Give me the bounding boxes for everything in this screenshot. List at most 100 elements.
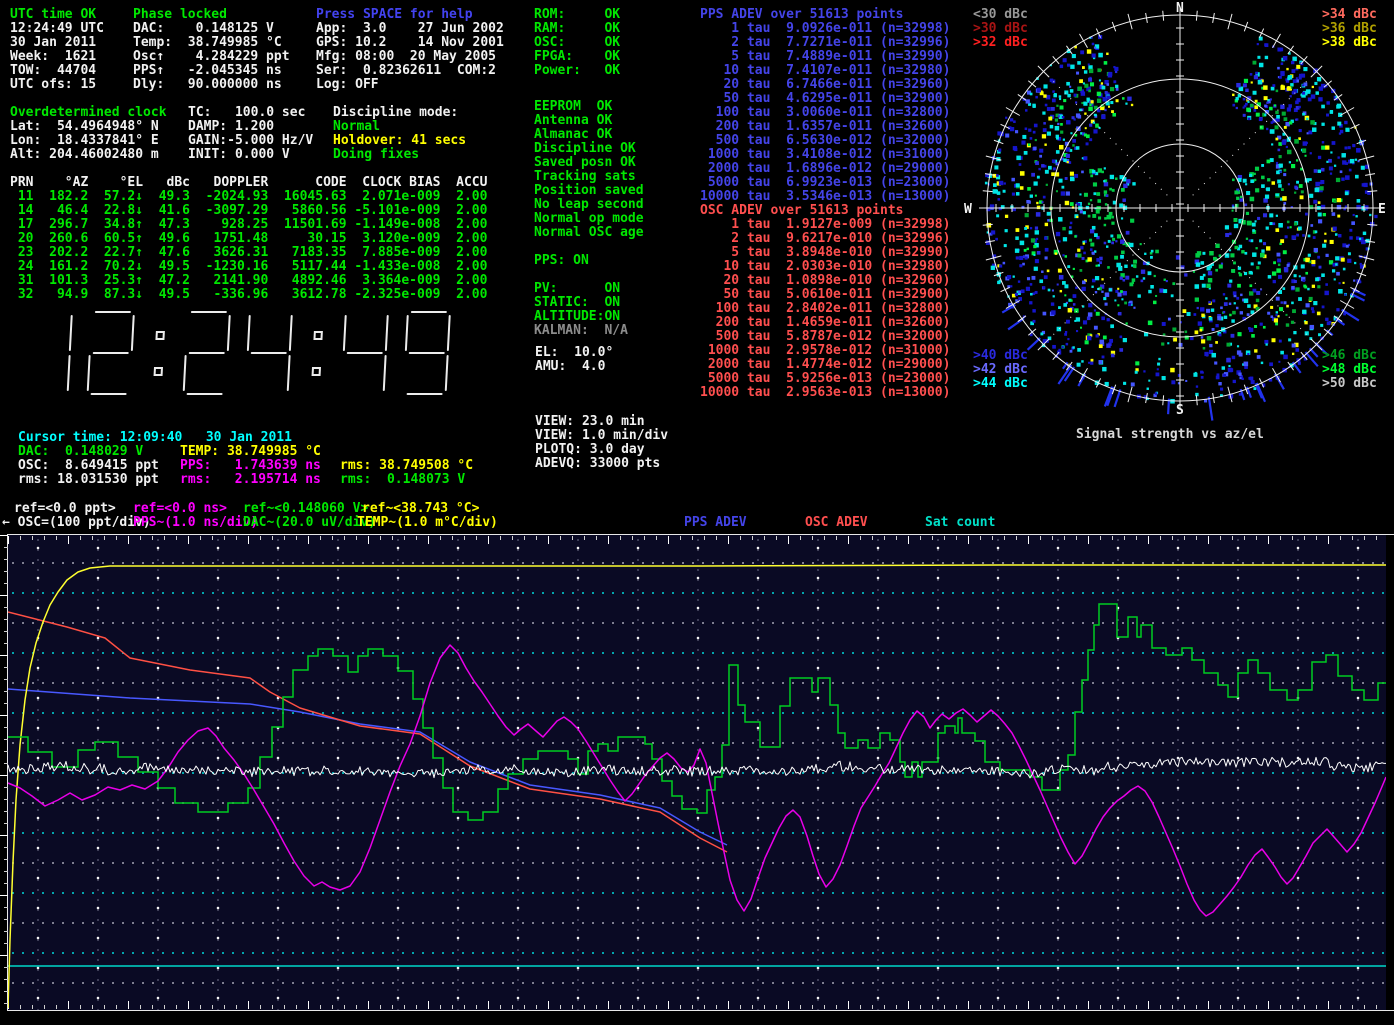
plot-ticks-left-major <box>0 535 8 1010</box>
self-test-list: ROM: OKRAM: OKOSC: OKFPGA: OKPower: OK <box>534 8 620 78</box>
dbc-legend-entry: >30 dBc <box>973 22 1028 36</box>
self-test-line: RAM: OK <box>534 22 620 36</box>
version-info-line: Log: OFF <box>316 78 504 92</box>
self-test-line: ROM: OK <box>534 8 620 22</box>
view-setting-line: VIEW: 1.0 min/div <box>535 429 668 443</box>
sat-table-row: 14 46.4 22.8↓ 41.6 -3097.29 5860.56 -5.1… <box>10 204 487 218</box>
sat-table-header: PRN °AZ °EL dBc DOPPLER CODE CLOCK BIAS … <box>10 176 487 190</box>
utc-info-line: TOW: 44704 <box>10 64 104 78</box>
self-test-line: FPGA: OK <box>534 50 620 64</box>
receiver-status-line: Almanac OK <box>534 128 644 142</box>
dbc-legend-top-left: <30 dBc>30 dBc>32 dBc <box>973 8 1028 50</box>
discipline-mode-title: Discipline mode: <box>333 106 458 120</box>
phase-readout-line: PPS↑ -2.045345 ns <box>133 64 290 78</box>
pps-adev-plot-label: PPS ADEV <box>684 516 747 530</box>
view-setting-line: ADEVQ: 33000 pts <box>535 457 668 471</box>
self-test-line: Power: OK <box>534 64 620 78</box>
version-info-line: App: 3.0 27 Jun 2002 <box>316 22 504 36</box>
osc-adev-title: OSC ADEV over 51613 points <box>700 204 904 218</box>
sat-table-row: 32 94.9 87.3↓ 49.5 -336.96 3612.78 -2.32… <box>10 288 487 302</box>
dbc-legend-bottom-right: >46 dBc>48 dBc>50 dBc <box>1322 349 1377 391</box>
sat-table: 11 182.2 57.2↓ 49.3 -2024.93 16045.63 2.… <box>10 190 487 302</box>
sat-table-row: 11 182.2 57.2↓ 49.3 -2024.93 16045.63 2.… <box>10 190 487 204</box>
cursor-rms-temp: rms: 38.749508 °C <box>340 459 473 473</box>
osc-adev-row: 1000 tau 2.9578e-012 (n=31000) <box>700 344 950 358</box>
discipline-mode-line: Holdover: 41 secs <box>333 134 466 148</box>
phase-readout-line: Osc↑ 4.284229 ppt <box>133 50 290 64</box>
pps-adev-row: 200 tau 1.6357e-011 (n=32600) <box>700 120 950 134</box>
phase-readout-line: Temp: 38.749985 °C <box>133 36 290 50</box>
polar-grid <box>979 7 1381 409</box>
pps-adev-row: 1 tau 9.0926e-011 (n=32998) <box>700 22 950 36</box>
dbc-legend-entry: >32 dBc <box>973 36 1028 50</box>
receiver-status-list: EEPROM OKAntenna OKAlmanac OKDiscipline … <box>534 100 644 240</box>
pps-scale-label: PPS~(1.0 ns/div) <box>133 516 258 530</box>
pps-adev-row: 2 tau 7.7271e-011 (n=32996) <box>700 36 950 50</box>
osc-adev-row: 2000 tau 1.4774e-012 (n=29000) <box>700 358 950 372</box>
dbc-legend-entry: >46 dBc <box>1322 349 1377 363</box>
fix-mode-line: ALTITUDE:ON <box>534 310 628 324</box>
compass-e: E <box>1378 202 1386 217</box>
dbc-legend-entry: >44 dBc <box>973 377 1028 391</box>
utc-info-line: Week: 1621 <box>10 50 104 64</box>
dbc-legend-entry: >36 dBc <box>1322 22 1377 36</box>
polar-caption: Signal strength vs az/el <box>1076 428 1264 442</box>
osc-scale-label: ← OSC=(100 ppt/div) <box>2 516 151 530</box>
version-info-line: Mfg: 08:00 20 May 2005 <box>316 50 504 64</box>
pps-adev-table: 1 tau 9.0926e-011 (n=32998) 2 tau 7.7271… <box>700 22 950 204</box>
receiver-status-line: Discipline OK <box>534 142 644 156</box>
dbc-legend-top-right: >34 dBc>36 dBc>38 dBc <box>1322 8 1377 50</box>
help-hint: Press SPACE for help <box>316 8 473 22</box>
pps-state: PPS: ON <box>534 254 589 268</box>
version-info-list: App: 3.0 27 Jun 2002GPS: 10.2 14 Nov 200… <box>316 22 504 92</box>
pps-adev-row: 5000 tau 6.9923e-013 (n=23000) <box>700 176 950 190</box>
dbc-legend-entry: >50 dBc <box>1322 377 1377 391</box>
pps-adev-row: 5 tau 7.4889e-011 (n=32990) <box>700 50 950 64</box>
dbc-legend-entry: >40 dBc <box>973 349 1028 363</box>
osc-adev-row: 50 tau 5.0610e-011 (n=32900) <box>700 288 950 302</box>
receiver-status-line: EEPROM OK <box>534 100 644 114</box>
osc-adev-row: 10000 tau 2.9563e-013 (n=13000) <box>700 386 950 400</box>
compass-s: S <box>1176 403 1184 418</box>
pps-adev-row: 50 tau 4.6295e-011 (n=32900) <box>700 92 950 106</box>
pps-adev-row: 10000 tau 3.5346e-013 (n=13000) <box>700 190 950 204</box>
osc-adev-row: 5 tau 3.8948e-010 (n=32990) <box>700 246 950 260</box>
osc-adev-row: 2 tau 9.6217e-010 (n=32996) <box>700 232 950 246</box>
osc-adev-row: 500 tau 5.8787e-012 (n=32000) <box>700 330 950 344</box>
receiver-status-line: Normal op mode <box>534 212 644 226</box>
cursor-rms-osc: rms: 18.031530 ppt <box>18 473 159 487</box>
receiver-status-line: Position saved <box>534 184 644 198</box>
receiver-status-line: Normal OSC age <box>534 226 644 240</box>
sat-table-row: 24 161.2 70.2↓ 49.5 -1230.16 5117.44 -1.… <box>10 260 487 274</box>
digital-clock <box>22 304 502 404</box>
pps-adev-row: 1000 tau 3.4108e-012 (n=31000) <box>700 148 950 162</box>
pps-adev-row: 500 tau 6.5630e-012 (n=32000) <box>700 134 950 148</box>
position-line: Lon: 18.4337841° E <box>10 134 159 148</box>
sat-table-row: 17 296.7 34.8↑ 47.3 928.25 11501.69 -1.1… <box>10 218 487 232</box>
loop-param-line: GAIN:-5.000 Hz/V <box>188 134 313 148</box>
cursor-rms-dac: rms: 0.148073 V <box>340 473 465 487</box>
dbc-legend-entry: >34 dBc <box>1322 8 1377 22</box>
pps-adev-title: PPS ADEV over 51613 points <box>700 8 904 22</box>
utc-status-title: UTC time OK <box>10 8 96 22</box>
version-info-line: Ser: 0.82362611 COM:2 <box>316 64 504 78</box>
phase-readout-line: DAC: 0.148125 V <box>133 22 290 36</box>
osc-adev-row: 100 tau 2.8402e-011 (n=32800) <box>700 302 950 316</box>
sat-count-plot-label: Sat count <box>925 516 995 530</box>
dac-ref-label: ref~<0.148060 V> <box>243 502 368 516</box>
lady-heather-gpsdo-screen: UTC time OK 12:24:49 UTC30 Jan 2011Week:… <box>0 0 1394 1025</box>
loop-param-line: DAMP: 1.200 <box>188 120 313 134</box>
view-setting-line: VIEW: 23.0 min <box>535 415 668 429</box>
fix-mode-line: KALMAN: N/A <box>534 324 628 338</box>
discipline-mode-line: Normal <box>333 120 466 134</box>
utc-info-line: 30 Jan 2011 <box>10 36 104 50</box>
dbc-legend-entry: >48 dBc <box>1322 363 1377 377</box>
pps-adev-row: 100 tau 3.0060e-011 (n=32800) <box>700 106 950 120</box>
plot-area[interactable] <box>8 535 1386 1010</box>
sat-table-row: 20 260.6 60.5↑ 49.6 1751.48 30.15 3.120e… <box>10 232 487 246</box>
dbc-legend-bottom-left: >40 dBc>42 dBc>44 dBc <box>973 349 1028 391</box>
utc-info-list: 12:24:49 UTC30 Jan 2011Week: 1621TOW: 44… <box>10 22 104 92</box>
phase-readout-line: Dly: 90.000000 ns <box>133 78 290 92</box>
self-test-line: OSC: OK <box>534 36 620 50</box>
receiver-status-line: Antenna OK <box>534 114 644 128</box>
